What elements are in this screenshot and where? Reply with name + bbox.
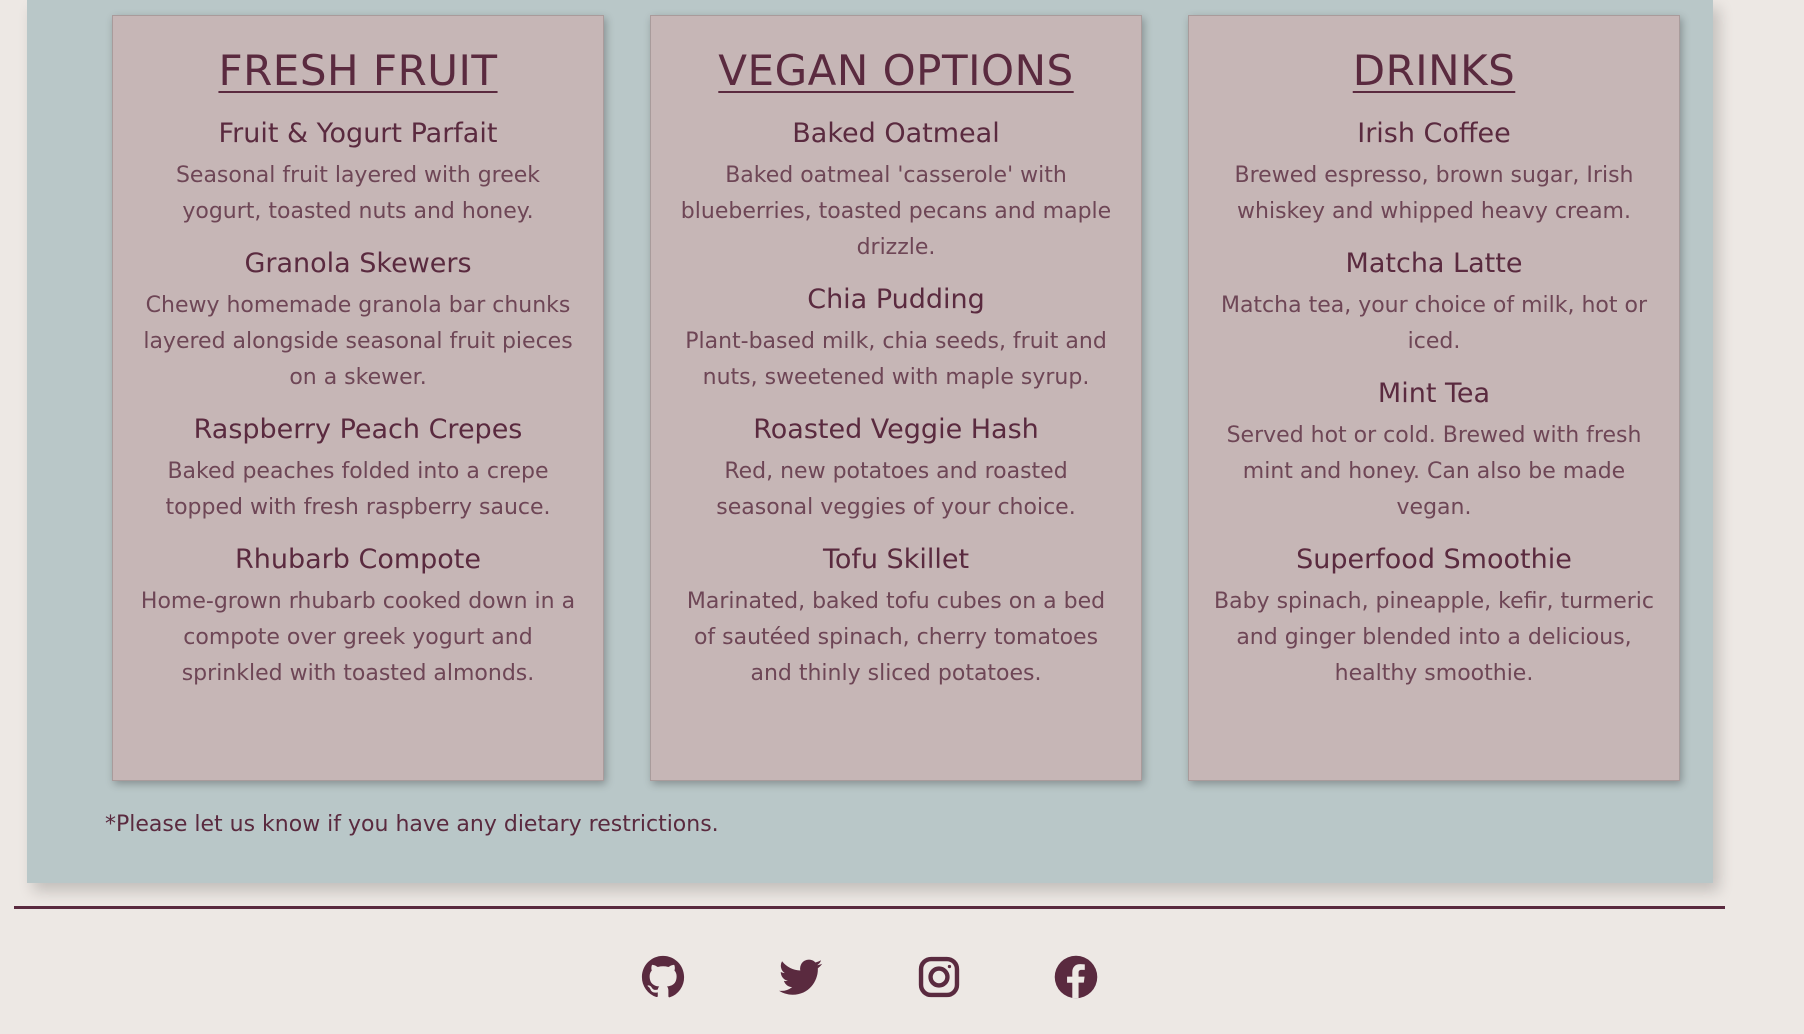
menu-item-description: Plant-based milk, chia seeds, fruit and … xyxy=(685,329,1107,390)
menu-item: Irish Coffee Brewed espresso, brown suga… xyxy=(1207,118,1661,230)
dietary-note: *Please let us know if you have any diet… xyxy=(105,812,719,837)
menu-item-name: Superfood Smoothie xyxy=(1296,544,1572,575)
menu-item: Baked Oatmeal Baked oatmeal 'casserole' … xyxy=(669,118,1123,266)
menu-item-description: Brewed espresso, brown sugar, Irish whis… xyxy=(1234,163,1634,224)
menu-item: Mint Tea Served hot or cold. Brewed with… xyxy=(1207,378,1661,526)
menu-item-name: Raspberry Peach Crepes xyxy=(193,414,523,445)
card-title: VEGAN OPTIONS xyxy=(718,46,1074,95)
facebook-icon xyxy=(1054,955,1098,999)
github-icon xyxy=(641,955,685,999)
menu-item-description: Baked oatmeal 'casserole' with blueberri… xyxy=(680,163,1112,260)
menu-item-name: Rhubarb Compote xyxy=(234,544,482,575)
github-link[interactable] xyxy=(641,955,685,999)
menu-item: Raspberry Peach Crepes Baked peaches fol… xyxy=(131,414,585,526)
menu-item-name: Chia Pudding xyxy=(807,284,985,315)
menu-panel: FRESH FRUIT Fruit & Yogurt Parfait Seaso… xyxy=(27,0,1713,883)
menu-item-name: Matcha Latte xyxy=(1345,248,1523,279)
menu-item-name: Roasted Veggie Hash xyxy=(753,414,1039,445)
menu-item-name: Irish Coffee xyxy=(1357,118,1511,149)
menu-item-description: Baked peaches folded into a crepe topped… xyxy=(165,459,551,520)
menu-card-vegan-options: VEGAN OPTIONS Baked Oatmeal Baked oatmea… xyxy=(650,15,1142,781)
menu-card-drinks: DRINKS Irish Coffee Brewed espresso, bro… xyxy=(1188,15,1680,781)
menu-item-description: Marinated, baked tofu cubes on a bed of … xyxy=(686,589,1106,686)
menu-item: Chia Pudding Plant-based milk, chia seed… xyxy=(669,284,1123,396)
menu-item: Fruit & Yogurt Parfait Seasonal fruit la… xyxy=(131,118,585,230)
menu-item: Matcha Latte Matcha tea, your choice of … xyxy=(1207,248,1661,360)
menu-item: Superfood Smoothie Baby spinach, pineapp… xyxy=(1207,544,1661,692)
menu-item-description: Home-grown rhubarb cooked down in a comp… xyxy=(140,589,576,686)
menu-item-description: Red, new potatoes and roasted seasonal v… xyxy=(716,459,1076,520)
menu-item-description: Seasonal fruit layered with greek yogurt… xyxy=(175,163,541,224)
footer-divider xyxy=(14,906,1725,909)
menu-item: Tofu Skillet Marinated, baked tofu cubes… xyxy=(669,544,1123,692)
menu-item-name: Baked Oatmeal xyxy=(792,118,1000,149)
menu-card-fresh-fruit: FRESH FRUIT Fruit & Yogurt Parfait Seaso… xyxy=(112,15,604,781)
menu-item-name: Tofu Skillet xyxy=(822,544,970,575)
social-links xyxy=(0,955,1804,1000)
instagram-icon xyxy=(917,955,961,999)
twitter-link[interactable] xyxy=(779,955,823,999)
menu-item-name: Mint Tea xyxy=(1377,378,1491,409)
menu-item-description: Chewy homemade granola bar chunks layere… xyxy=(143,293,573,390)
instagram-link[interactable] xyxy=(917,955,961,999)
page: FRESH FRUIT Fruit & Yogurt Parfait Seaso… xyxy=(0,0,1804,1034)
menu-item: Roasted Veggie Hash Red, new potatoes an… xyxy=(669,414,1123,526)
menu-item: Granola Skewers Chewy homemade granola b… xyxy=(131,248,585,396)
menu-item-name: Granola Skewers xyxy=(244,248,472,279)
menu-item-description: Matcha tea, your choice of milk, hot or … xyxy=(1220,293,1648,354)
card-title: DRINKS xyxy=(1352,46,1516,95)
menu-item-description: Served hot or cold. Brewed with fresh mi… xyxy=(1226,423,1642,520)
twitter-icon xyxy=(779,955,823,999)
facebook-link[interactable] xyxy=(1054,955,1098,999)
menu-item: Rhubarb Compote Home-grown rhubarb cooke… xyxy=(131,544,585,692)
card-title: FRESH FRUIT xyxy=(218,46,498,95)
menu-item-name: Fruit & Yogurt Parfait xyxy=(218,118,498,149)
menu-item-description: Baby spinach, pineapple, kefir, turmeric… xyxy=(1214,589,1654,686)
